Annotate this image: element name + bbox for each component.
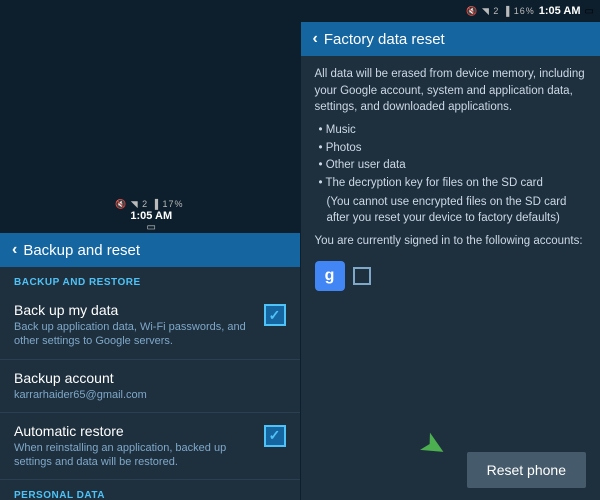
right-back-arrow[interactable]: ‹ bbox=[313, 30, 318, 48]
erase-warning-text: All data will be erased from device memo… bbox=[315, 66, 587, 116]
bullet-decryption: • The decryption key for files on the SD… bbox=[315, 175, 587, 192]
right-screenshot-icon: ▭ bbox=[585, 6, 594, 17]
accounts-row: g bbox=[315, 257, 587, 295]
backup-data-title: Back up my data bbox=[14, 302, 256, 318]
factory-reset-description: All data will be erased from device memo… bbox=[301, 56, 600, 444]
auto-restore-checkbox[interactable]: ✓ bbox=[264, 425, 286, 447]
auto-restore-title: Automatic restore bbox=[14, 423, 256, 439]
right-header[interactable]: ‹ Factory data reset bbox=[301, 22, 600, 56]
left-panel: 🔇 ◥ 2 ▐ 17% 1:05 AM ▭ ‹ Backup and reset… bbox=[0, 0, 301, 500]
backup-account-item[interactable]: Backup account karrarhaider65@gmail.com bbox=[0, 360, 300, 413]
right-scroll-content: All data will be erased from device memo… bbox=[301, 56, 600, 500]
auto-restore-item[interactable]: Automatic restore When reinstalling an a… bbox=[0, 413, 300, 481]
bullet-user-data: • Other user data bbox=[315, 157, 587, 174]
app-container: 🔇 ◥ 2 ▐ 17% 1:05 AM ▭ ‹ Backup and reset… bbox=[0, 0, 600, 500]
reset-area: ➤ Reset phone bbox=[301, 444, 600, 500]
right-header-title: Factory data reset bbox=[324, 31, 445, 48]
auto-restore-check-icon: ✓ bbox=[269, 427, 281, 444]
accounts-signed-in-text: You are currently signed in to the follo… bbox=[315, 233, 587, 249]
left-time: 1:05 AM bbox=[130, 210, 172, 222]
right-status-bar: 🔇 ◥ 2 ▐ 16% 1:05 AM ▭ bbox=[301, 0, 600, 22]
backup-data-checkbox[interactable]: ✓ bbox=[264, 304, 286, 326]
left-header[interactable]: ‹ Backup and reset bbox=[0, 233, 300, 267]
bullet-encrypted-note: (You cannot use encrypted files on the S… bbox=[315, 194, 587, 227]
auto-restore-desc: When reinstalling an application, backed… bbox=[14, 441, 256, 470]
left-back-arrow[interactable]: ‹ bbox=[12, 241, 17, 259]
right-status-icons: 🔇 ◥ 2 ▐ 16% bbox=[466, 6, 535, 17]
backup-data-check-icon: ✓ bbox=[269, 307, 281, 324]
left-status-icons: 🔇 ◥ 2 ▐ 17% bbox=[115, 199, 184, 210]
bullet-music: • Music bbox=[315, 122, 587, 139]
right-time: 1:05 AM bbox=[539, 5, 581, 17]
left-content: BACKUP AND RESTORE Back up my data Back … bbox=[0, 267, 300, 500]
backup-data-text: Back up my data Back up application data… bbox=[14, 302, 256, 349]
backup-account-title: Backup account bbox=[14, 370, 286, 386]
left-screenshot-icon: ▭ bbox=[147, 222, 156, 233]
google-account-icon: g bbox=[315, 261, 345, 291]
personal-data-label: PERSONAL DATA bbox=[0, 480, 300, 500]
backup-data-desc: Back up application data, Wi-Fi password… bbox=[14, 320, 256, 349]
account-select-checkbox[interactable] bbox=[353, 267, 371, 285]
reset-phone-button[interactable]: Reset phone bbox=[467, 452, 586, 488]
backup-account-email: karrarhaider65@gmail.com bbox=[14, 388, 286, 402]
backup-data-item[interactable]: Back up my data Back up application data… bbox=[0, 292, 300, 360]
left-status-bar: 🔇 ◥ 2 ▐ 17% 1:05 AM ▭ bbox=[0, 0, 300, 233]
left-header-title: Backup and reset bbox=[23, 242, 140, 259]
backup-account-text: Backup account karrarhaider65@gmail.com bbox=[14, 370, 286, 402]
backup-restore-label: BACKUP AND RESTORE bbox=[0, 267, 300, 292]
bullet-photos: • Photos bbox=[315, 140, 587, 157]
auto-restore-text: Automatic restore When reinstalling an a… bbox=[14, 423, 256, 470]
right-panel: 🔇 ◥ 2 ▐ 16% 1:05 AM ▭ ‹ Factory data res… bbox=[301, 0, 600, 500]
